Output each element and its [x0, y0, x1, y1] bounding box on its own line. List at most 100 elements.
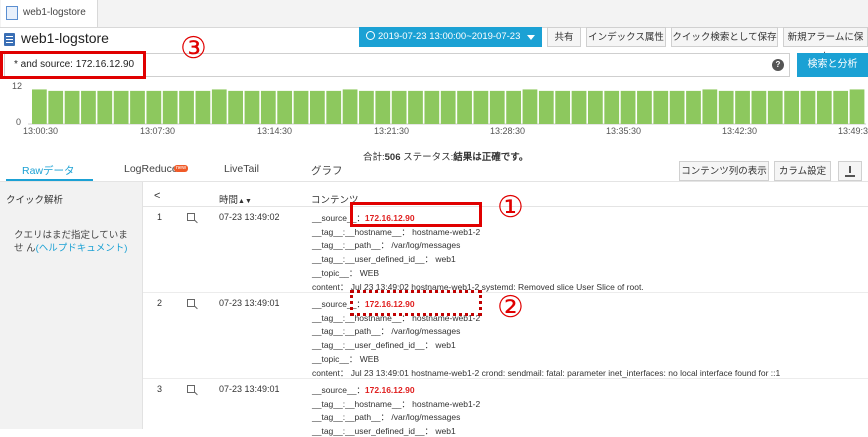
magnifier-icon[interactable]	[187, 385, 195, 393]
histogram-bar[interactable]	[179, 90, 194, 124]
log-field: __tag__:__path__： /var/log/messages	[312, 326, 461, 337]
histogram-bar[interactable]	[735, 90, 750, 124]
histogram-x-tick: 13:07:30	[140, 126, 176, 136]
log-field: __tag__:__hostname__： hostname-web1-2	[312, 226, 481, 237]
histogram-bar[interactable]	[408, 90, 423, 124]
tab-raw-data[interactable]: Rawデータ	[22, 163, 75, 178]
histogram-bar[interactable]	[211, 89, 227, 124]
histogram-bar[interactable]	[342, 89, 358, 124]
histogram-bar[interactable]	[538, 90, 554, 124]
row-time: 07-23 13:49:01	[219, 298, 280, 308]
row-index: 2	[157, 298, 163, 308]
histogram-bar[interactable]	[833, 90, 849, 124]
log-field: __tag__:__hostname__： hostname-web1-2	[312, 398, 481, 409]
histogram-bar[interactable]	[32, 89, 47, 124]
histogram-x-tick: 13:28:30	[490, 126, 526, 136]
histogram-chart[interactable]	[0, 78, 868, 128]
histogram-bar[interactable]	[391, 90, 407, 124]
histogram-bar[interactable]	[718, 90, 734, 124]
histogram-bar[interactable]	[686, 90, 701, 124]
field-source: __source__：172.16.12.90	[312, 384, 415, 396]
histogram-bar[interactable]	[81, 90, 96, 124]
window-tab[interactable]: web1-logstore	[1, 0, 98, 27]
histogram-bar[interactable]	[816, 90, 832, 124]
magnifier-icon[interactable]	[187, 299, 195, 307]
histogram-bar[interactable]	[588, 90, 603, 124]
column-header-time-label: 時間	[219, 195, 239, 206]
download-icon[interactable]	[838, 161, 862, 181]
tab-livetail[interactable]: LiveTail	[224, 163, 259, 175]
histogram-bar[interactable]	[48, 90, 64, 124]
histogram-bar[interactable]	[326, 90, 342, 124]
histogram-bar[interactable]	[277, 90, 293, 124]
histogram-bar[interactable]	[457, 90, 472, 124]
tab-logreduce[interactable]: LogReduce	[124, 163, 178, 175]
histogram-bar[interactable]	[195, 90, 211, 124]
time-range-picker[interactable]: 2019-07-23 13:00:00~2019-07-23 13:50:00	[359, 27, 542, 62]
histogram-bar[interactable]	[293, 90, 309, 124]
log-field: __topic__： WEB	[312, 353, 380, 364]
histogram-bar[interactable]	[522, 89, 538, 124]
page-title: web1-logstore	[21, 30, 109, 46]
column-settings-button[interactable]: カラム設定	[774, 161, 831, 181]
histogram-bar[interactable]	[702, 89, 718, 124]
histogram-bar[interactable]	[669, 90, 685, 124]
histogram-bar[interactable]	[64, 90, 80, 124]
histogram-bar[interactable]	[604, 90, 620, 124]
histogram-bar[interactable]	[637, 90, 652, 124]
summary-prefix: 合計:	[363, 152, 385, 163]
histogram-bar[interactable]	[97, 90, 113, 124]
histogram-bar[interactable]	[489, 90, 505, 124]
histogram-bar[interactable]	[473, 90, 489, 124]
annotation-box-3	[0, 51, 146, 79]
histogram-bar[interactable]	[375, 90, 391, 124]
histogram-bar[interactable]	[244, 90, 260, 124]
field-source-value[interactable]: 172.16.12.90	[365, 385, 415, 395]
histogram-bar[interactable]	[571, 90, 587, 124]
annotation-number-1: ①	[497, 190, 524, 225]
log-field: __tag__:__path__： /var/log/messages	[312, 240, 461, 251]
histogram-x-tick: 13:42:30	[722, 126, 758, 136]
search-analyze-button[interactable]: 検索と分析	[797, 53, 868, 77]
row-time: 07-23 13:49:02	[219, 212, 280, 222]
save-as-alarm-button[interactable]: 新規アラームに保存	[783, 27, 868, 63]
help-icon[interactable]: ?	[772, 59, 784, 71]
show-content-column-button[interactable]: コンテンツ列の表示	[679, 161, 769, 181]
histogram-bar[interactable]	[146, 90, 162, 124]
histogram-x-tick: 13:14:30	[257, 126, 293, 136]
index-attributes-button[interactable]: インデックス属性	[586, 27, 666, 47]
histogram-bar[interactable]	[784, 90, 799, 124]
histogram-bar[interactable]	[800, 90, 816, 124]
help-doc-link[interactable]: (ヘルプドキュメント)	[36, 243, 128, 254]
column-header-time[interactable]: 時間▲▼	[219, 192, 252, 206]
histogram-bar[interactable]	[849, 89, 865, 124]
histogram-bar[interactable]	[506, 90, 521, 124]
histogram-bar[interactable]	[130, 90, 145, 124]
histogram-bar[interactable]	[440, 90, 456, 124]
histogram-bar[interactable]	[359, 90, 374, 124]
histogram-bar[interactable]	[310, 90, 325, 124]
summary-status: ステータス:	[403, 152, 454, 163]
histogram-bar[interactable]	[751, 90, 767, 124]
log-field: __tag__:__user_defined_id__： web1	[312, 254, 456, 265]
histogram-bar[interactable]	[113, 90, 129, 124]
histogram-bar[interactable]	[162, 90, 178, 124]
histogram-bar[interactable]	[260, 90, 276, 124]
histogram-bar[interactable]	[424, 90, 440, 124]
share-button[interactable]: 共有	[547, 27, 581, 47]
histogram-bar[interactable]	[767, 90, 783, 124]
histogram-bar[interactable]	[620, 90, 636, 124]
annotation-box-2-dotted	[350, 290, 482, 316]
histogram-bar[interactable]	[228, 90, 243, 124]
caret-down-icon	[527, 35, 535, 40]
logstore-icon	[4, 33, 15, 46]
histogram-bar[interactable]	[555, 90, 571, 124]
field-source-key: __source__：	[312, 385, 365, 395]
histogram-bar[interactable]	[653, 90, 669, 124]
collapse-panel-toggle[interactable]: <	[154, 190, 160, 202]
row-time: 07-23 13:49:01	[219, 384, 280, 394]
histogram-bars	[32, 89, 865, 124]
tab-graph[interactable]: グラフ	[311, 163, 343, 178]
save-quick-search-button[interactable]: クイック検索として保存	[671, 27, 778, 47]
magnifier-icon[interactable]	[187, 213, 195, 221]
